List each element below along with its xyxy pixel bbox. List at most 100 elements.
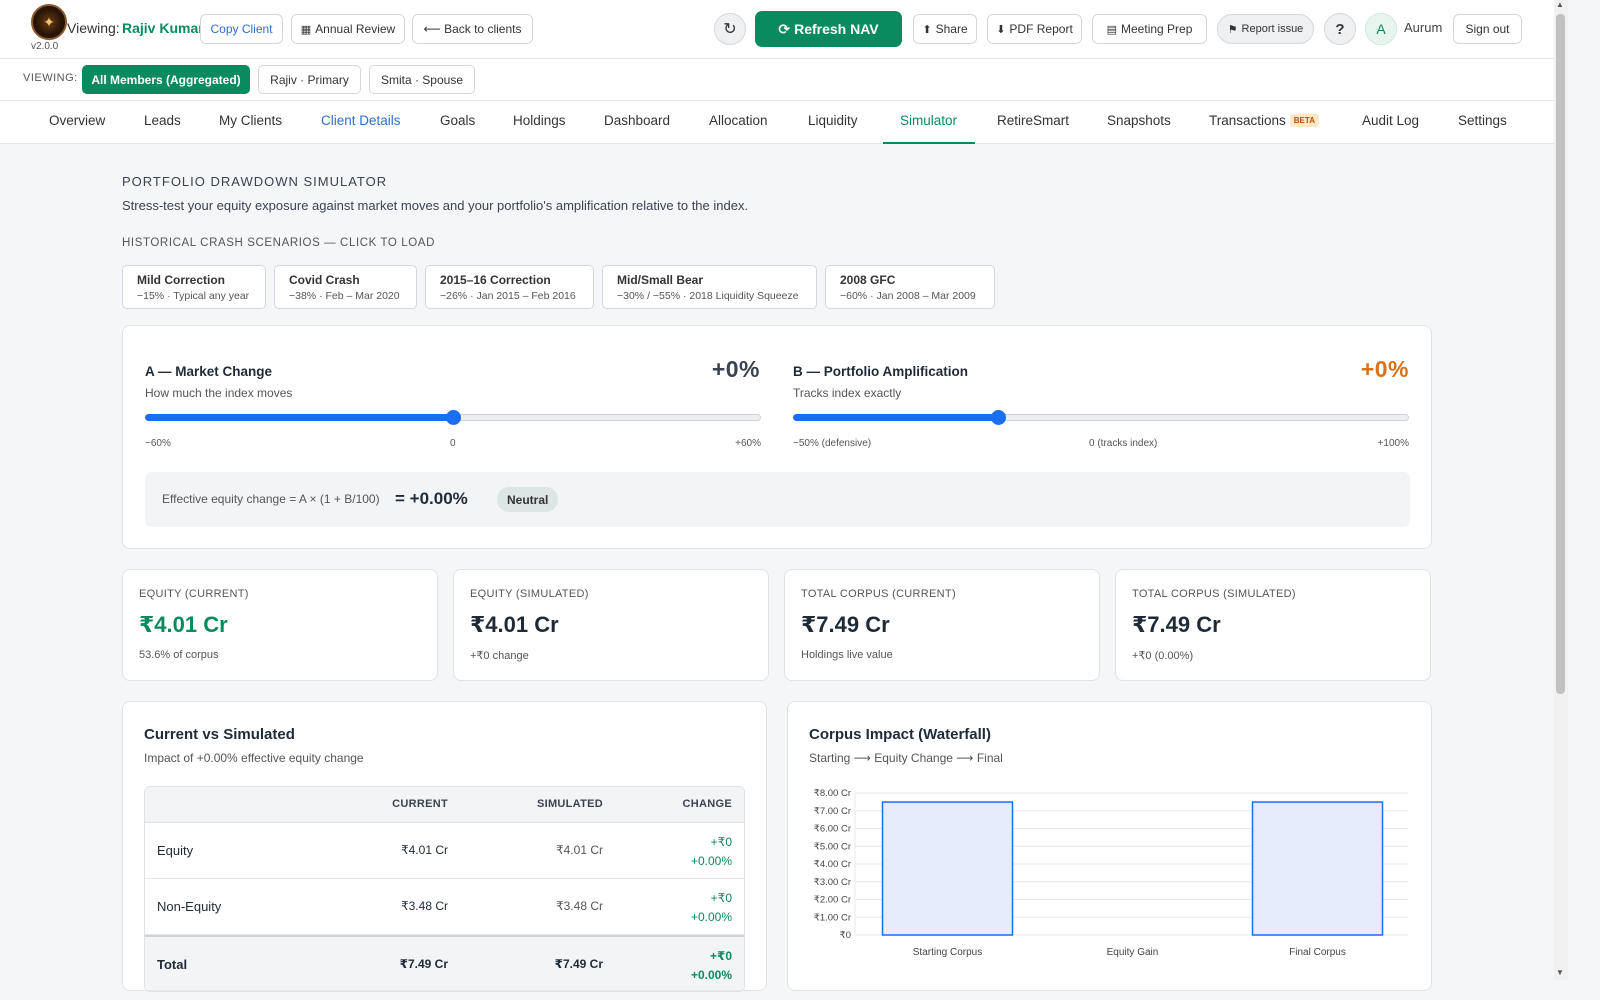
- change-pct: +0.00%: [690, 854, 732, 868]
- amp-tick-min: −50% (defensive): [793, 438, 872, 449]
- tab-client-details[interactable]: Client Details: [321, 113, 401, 128]
- effective-formula: Effective equity change = A × (1 + B/100…: [162, 492, 380, 506]
- report-issue-button[interactable]: ⚑ Report issue: [1217, 14, 1314, 44]
- user-name: Aurum: [1404, 20, 1443, 35]
- tab-settings[interactable]: Settings: [1458, 113, 1507, 128]
- stat-value: ₹4.01 Cr: [139, 612, 228, 637]
- client-name: Rajiv Kumar: [122, 20, 204, 36]
- scroll-up-icon[interactable]: ▲: [1556, 0, 1564, 9]
- tab-retiresmart[interactable]: RetireSmart: [997, 113, 1069, 128]
- page-title: PORTFOLIO DRAWDOWN SIMULATOR: [122, 174, 388, 189]
- page-description: Stress-test your equity exposure against…: [122, 198, 749, 213]
- refresh-nav-button[interactable]: ⟳ Refresh NAV: [755, 11, 902, 47]
- scenario-detail: −15% · Typical any year: [137, 290, 250, 302]
- y-tick-label: ₹4.00 Cr: [814, 859, 851, 870]
- member-smita[interactable]: Smita · Spouse: [369, 65, 475, 94]
- scenario-2008-gfc[interactable]: 2008 GFC −60% · Jan 2008 – Mar 2009: [825, 265, 995, 309]
- help-button[interactable]: ?: [1324, 13, 1356, 45]
- flag-icon: ⚑: [1227, 23, 1238, 36]
- amplification-title: B — Portfolio Amplification: [793, 364, 968, 379]
- member-all-aggregated[interactable]: All Members (Aggregated): [82, 65, 250, 94]
- scenario-name: Covid Crash: [289, 273, 360, 287]
- scenario-name: Mid/Small Bear: [617, 273, 704, 287]
- row-current: ₹3.48 Cr: [401, 899, 448, 913]
- effective-change-box: Effective equity change = A × (1 + B/100…: [145, 472, 1410, 527]
- pdf-label: PDF Report: [1009, 22, 1073, 36]
- tab-transactions-label: Transactions: [1209, 113, 1286, 128]
- change-amount: +₹0: [710, 835, 732, 849]
- row-current: ₹4.01 Cr: [401, 843, 448, 857]
- row-change: +₹0 +0.00%: [691, 889, 732, 927]
- scenario-name: 2015–16 Correction: [440, 273, 551, 287]
- tab-overview[interactable]: Overview: [49, 113, 105, 128]
- reload-icon[interactable]: ↻: [714, 13, 746, 45]
- y-tick-label: ₹6.00 Cr: [814, 824, 851, 835]
- tab-dashboard[interactable]: Dashboard: [604, 113, 670, 128]
- share-label: Share: [935, 22, 968, 36]
- copy-client-button[interactable]: Copy Client: [200, 14, 283, 44]
- waterfall-title: Corpus Impact (Waterfall): [809, 726, 991, 743]
- scenario-covid-crash[interactable]: Covid Crash −38% · Feb – Mar 2020: [274, 265, 417, 309]
- app-logo[interactable]: ✦: [31, 4, 67, 40]
- bar-final-corpus: [1251, 801, 1384, 936]
- tab-allocation[interactable]: Allocation: [709, 113, 768, 128]
- change-amount: +₹0: [710, 891, 732, 905]
- y-tick-label: ₹5.00 Cr: [814, 841, 851, 852]
- tab-audit-log[interactable]: Audit Log: [1362, 113, 1419, 128]
- annual-review-button[interactable]: ▦ Annual Review: [291, 14, 405, 44]
- row-name: Non-Equity: [157, 899, 222, 914]
- member-rajiv[interactable]: Rajiv · Primary: [258, 65, 361, 94]
- viewing-label: Viewing:: [67, 20, 120, 36]
- share-icon: ⬆: [922, 23, 932, 36]
- tab-my-clients[interactable]: My Clients: [219, 113, 282, 128]
- market-change-title: A — Market Change: [145, 364, 273, 379]
- waterfall-subtitle: Starting ⟶ Equity Change ⟶ Final: [809, 751, 1003, 765]
- scenario-mid-small-bear[interactable]: Mid/Small Bear −30% / −55% · 2018 Liquid…: [602, 265, 817, 309]
- avatar[interactable]: A: [1365, 13, 1397, 45]
- col-current: CURRENT: [392, 798, 448, 810]
- pdf-report-button[interactable]: ⬇ PDF Report: [987, 14, 1082, 44]
- annual-review-label: Annual Review: [315, 22, 396, 36]
- y-tick-label: ₹3.00 Cr: [814, 877, 851, 888]
- scroll-down-icon[interactable]: ▼: [1556, 968, 1564, 977]
- stat-label: EQUITY (SIMULATED): [470, 588, 589, 600]
- refresh-nav-label: Refresh NAV: [794, 21, 879, 37]
- share-button[interactable]: ⬆ Share: [913, 14, 977, 44]
- tab-transactions[interactable]: Transactions BETA: [1209, 113, 1319, 128]
- amplification-slider[interactable]: [793, 414, 1409, 421]
- market-change-subtitle: How much the index moves: [145, 386, 293, 400]
- members-label: VIEWING:: [23, 72, 78, 84]
- back-to-clients-button[interactable]: ⟵ Back to clients: [412, 14, 533, 44]
- clipboard-icon: ▤: [1106, 23, 1118, 36]
- scenario-2015-correction[interactable]: 2015–16 Correction −26% · Jan 2015 – Feb…: [425, 265, 594, 309]
- scenario-detail: −26% · Jan 2015 – Feb 2016: [440, 290, 576, 302]
- scrollbar-thumb[interactable]: [1556, 14, 1565, 694]
- comparison-table: CURRENT SIMULATED CHANGE Equity ₹4.01 Cr…: [144, 786, 745, 992]
- tab-goals[interactable]: Goals: [440, 113, 475, 128]
- table-header: CURRENT SIMULATED CHANGE: [145, 787, 744, 823]
- scenario-detail: −60% · Jan 2008 – Mar 2009: [840, 290, 976, 302]
- tab-liquidity[interactable]: Liquidity: [808, 113, 858, 128]
- calendar-icon: ▦: [300, 23, 312, 36]
- row-simulated: ₹7.49 Cr: [554, 957, 603, 971]
- tab-simulator[interactable]: Simulator: [900, 113, 957, 128]
- tab-snapshots[interactable]: Snapshots: [1107, 113, 1171, 128]
- waterfall-chart: ₹0 ₹1.00 Cr ₹2.00 Cr ₹3.00 Cr ₹4.00 Cr ₹5.00 …: [814, 788, 1408, 958]
- market-slider-thumb[interactable]: [446, 410, 461, 425]
- meeting-label: Meeting Prep: [1121, 22, 1193, 36]
- status-badge: Neutral: [497, 487, 559, 512]
- amplification-slider-thumb[interactable]: [991, 410, 1007, 425]
- sign-out-button[interactable]: Sign out: [1453, 14, 1522, 44]
- stat-corpus-current: TOTAL CORPUS (CURRENT) ₹7.49 Cr Holdings…: [784, 569, 1100, 681]
- meeting-prep-button[interactable]: ▤ Meeting Prep: [1092, 14, 1207, 44]
- tab-leads[interactable]: Leads: [144, 113, 181, 128]
- tab-holdings[interactable]: Holdings: [513, 113, 566, 128]
- market-slider-fill: [145, 414, 453, 421]
- comparison-panel: Current vs Simulated Impact of +0.00% ef…: [122, 701, 767, 992]
- scenario-mild-correction[interactable]: Mild Correction −15% · Typical any year: [122, 265, 266, 309]
- row-simulated: ₹3.48 Cr: [556, 899, 603, 913]
- effective-value: = +0.00%: [395, 489, 468, 508]
- market-tick-max: +60%: [735, 438, 761, 449]
- refresh-icon: ⟳: [778, 20, 791, 37]
- comparison-title: Current vs Simulated: [144, 726, 295, 743]
